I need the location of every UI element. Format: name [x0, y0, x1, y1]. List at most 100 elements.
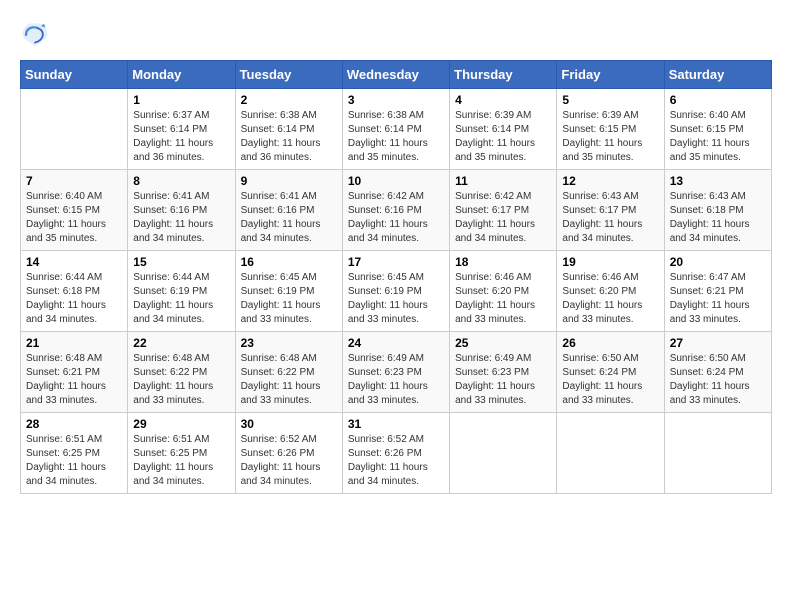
day-cell [21, 89, 128, 170]
day-cell: 17 Sunrise: 6:45 AM Sunset: 6:19 PM Dayl… [342, 251, 449, 332]
header-day-sunday: Sunday [21, 61, 128, 89]
day-number: 8 [133, 174, 229, 188]
day-cell: 8 Sunrise: 6:41 AM Sunset: 6:16 PM Dayli… [128, 170, 235, 251]
sunset: Sunset: 6:20 PM [562, 285, 658, 299]
day-info: Sunrise: 6:42 AM Sunset: 6:17 PM Dayligh… [455, 190, 551, 246]
day-cell: 27 Sunrise: 6:50 AM Sunset: 6:24 PM Dayl… [664, 332, 771, 413]
day-info: Sunrise: 6:41 AM Sunset: 6:16 PM Dayligh… [241, 190, 337, 246]
sunset: Sunset: 6:19 PM [348, 285, 444, 299]
day-info: Sunrise: 6:40 AM Sunset: 6:15 PM Dayligh… [670, 109, 766, 165]
sunrise: Sunrise: 6:40 AM [26, 190, 122, 204]
day-cell: 29 Sunrise: 6:51 AM Sunset: 6:25 PM Dayl… [128, 413, 235, 494]
sunrise: Sunrise: 6:52 AM [348, 433, 444, 447]
day-info: Sunrise: 6:39 AM Sunset: 6:15 PM Dayligh… [562, 109, 658, 165]
sunrise: Sunrise: 6:42 AM [455, 190, 551, 204]
day-info: Sunrise: 6:41 AM Sunset: 6:16 PM Dayligh… [133, 190, 229, 246]
sunset: Sunset: 6:14 PM [348, 123, 444, 137]
daylight: Daylight: 11 hours and 35 minutes. [455, 137, 551, 165]
sunset: Sunset: 6:25 PM [133, 447, 229, 461]
sunset: Sunset: 6:21 PM [26, 366, 122, 380]
day-cell: 5 Sunrise: 6:39 AM Sunset: 6:15 PM Dayli… [557, 89, 664, 170]
day-cell: 20 Sunrise: 6:47 AM Sunset: 6:21 PM Dayl… [664, 251, 771, 332]
day-number: 11 [455, 174, 551, 188]
day-info: Sunrise: 6:51 AM Sunset: 6:25 PM Dayligh… [133, 433, 229, 489]
header-day-wednesday: Wednesday [342, 61, 449, 89]
sunset: Sunset: 6:14 PM [455, 123, 551, 137]
day-info: Sunrise: 6:45 AM Sunset: 6:19 PM Dayligh… [348, 271, 444, 327]
sunrise: Sunrise: 6:45 AM [241, 271, 337, 285]
day-cell: 15 Sunrise: 6:44 AM Sunset: 6:19 PM Dayl… [128, 251, 235, 332]
day-info: Sunrise: 6:38 AM Sunset: 6:14 PM Dayligh… [241, 109, 337, 165]
day-cell: 18 Sunrise: 6:46 AM Sunset: 6:20 PM Dayl… [450, 251, 557, 332]
day-info: Sunrise: 6:44 AM Sunset: 6:18 PM Dayligh… [26, 271, 122, 327]
day-info: Sunrise: 6:40 AM Sunset: 6:15 PM Dayligh… [26, 190, 122, 246]
sunset: Sunset: 6:19 PM [133, 285, 229, 299]
day-cell: 30 Sunrise: 6:52 AM Sunset: 6:26 PM Dayl… [235, 413, 342, 494]
daylight: Daylight: 11 hours and 34 minutes. [241, 218, 337, 246]
sunrise: Sunrise: 6:41 AM [133, 190, 229, 204]
sunset: Sunset: 6:26 PM [348, 447, 444, 461]
day-cell: 12 Sunrise: 6:43 AM Sunset: 6:17 PM Dayl… [557, 170, 664, 251]
day-cell [450, 413, 557, 494]
day-number: 19 [562, 255, 658, 269]
day-number: 16 [241, 255, 337, 269]
sunset: Sunset: 6:15 PM [562, 123, 658, 137]
day-cell: 4 Sunrise: 6:39 AM Sunset: 6:14 PM Dayli… [450, 89, 557, 170]
sunset: Sunset: 6:14 PM [241, 123, 337, 137]
sunset: Sunset: 6:19 PM [241, 285, 337, 299]
daylight: Daylight: 11 hours and 35 minutes. [26, 218, 122, 246]
sunset: Sunset: 6:14 PM [133, 123, 229, 137]
daylight: Daylight: 11 hours and 34 minutes. [133, 218, 229, 246]
day-cell: 9 Sunrise: 6:41 AM Sunset: 6:16 PM Dayli… [235, 170, 342, 251]
day-number: 12 [562, 174, 658, 188]
sunrise: Sunrise: 6:47 AM [670, 271, 766, 285]
day-number: 10 [348, 174, 444, 188]
header-day-saturday: Saturday [664, 61, 771, 89]
week-row-3: 14 Sunrise: 6:44 AM Sunset: 6:18 PM Dayl… [21, 251, 772, 332]
day-info: Sunrise: 6:48 AM Sunset: 6:22 PM Dayligh… [241, 352, 337, 408]
day-cell: 16 Sunrise: 6:45 AM Sunset: 6:19 PM Dayl… [235, 251, 342, 332]
day-info: Sunrise: 6:39 AM Sunset: 6:14 PM Dayligh… [455, 109, 551, 165]
sunset: Sunset: 6:16 PM [133, 204, 229, 218]
sunrise: Sunrise: 6:51 AM [133, 433, 229, 447]
sunset: Sunset: 6:22 PM [241, 366, 337, 380]
day-cell: 22 Sunrise: 6:48 AM Sunset: 6:22 PM Dayl… [128, 332, 235, 413]
daylight: Daylight: 11 hours and 34 minutes. [241, 461, 337, 489]
day-cell: 24 Sunrise: 6:49 AM Sunset: 6:23 PM Dayl… [342, 332, 449, 413]
day-cell: 1 Sunrise: 6:37 AM Sunset: 6:14 PM Dayli… [128, 89, 235, 170]
day-info: Sunrise: 6:47 AM Sunset: 6:21 PM Dayligh… [670, 271, 766, 327]
daylight: Daylight: 11 hours and 33 minutes. [562, 380, 658, 408]
sunrise: Sunrise: 6:46 AM [455, 271, 551, 285]
daylight: Daylight: 11 hours and 33 minutes. [241, 380, 337, 408]
daylight: Daylight: 11 hours and 33 minutes. [455, 299, 551, 327]
week-row-4: 21 Sunrise: 6:48 AM Sunset: 6:21 PM Dayl… [21, 332, 772, 413]
day-info: Sunrise: 6:44 AM Sunset: 6:19 PM Dayligh… [133, 271, 229, 327]
daylight: Daylight: 11 hours and 34 minutes. [562, 218, 658, 246]
day-cell [557, 413, 664, 494]
day-number: 3 [348, 93, 444, 107]
header-day-monday: Monday [128, 61, 235, 89]
daylight: Daylight: 11 hours and 34 minutes. [348, 461, 444, 489]
logo-icon [20, 20, 50, 50]
sunset: Sunset: 6:24 PM [562, 366, 658, 380]
sunset: Sunset: 6:25 PM [26, 447, 122, 461]
day-info: Sunrise: 6:50 AM Sunset: 6:24 PM Dayligh… [670, 352, 766, 408]
sunrise: Sunrise: 6:48 AM [26, 352, 122, 366]
day-number: 15 [133, 255, 229, 269]
header-day-tuesday: Tuesday [235, 61, 342, 89]
sunrise: Sunrise: 6:43 AM [670, 190, 766, 204]
day-number: 13 [670, 174, 766, 188]
daylight: Daylight: 11 hours and 34 minutes. [670, 218, 766, 246]
sunrise: Sunrise: 6:52 AM [241, 433, 337, 447]
sunset: Sunset: 6:26 PM [241, 447, 337, 461]
day-cell [664, 413, 771, 494]
header-day-friday: Friday [557, 61, 664, 89]
day-cell: 2 Sunrise: 6:38 AM Sunset: 6:14 PM Dayli… [235, 89, 342, 170]
sunrise: Sunrise: 6:43 AM [562, 190, 658, 204]
sunrise: Sunrise: 6:50 AM [670, 352, 766, 366]
sunrise: Sunrise: 6:40 AM [670, 109, 766, 123]
sunrise: Sunrise: 6:48 AM [133, 352, 229, 366]
day-info: Sunrise: 6:46 AM Sunset: 6:20 PM Dayligh… [562, 271, 658, 327]
day-number: 27 [670, 336, 766, 350]
sunrise: Sunrise: 6:39 AM [562, 109, 658, 123]
